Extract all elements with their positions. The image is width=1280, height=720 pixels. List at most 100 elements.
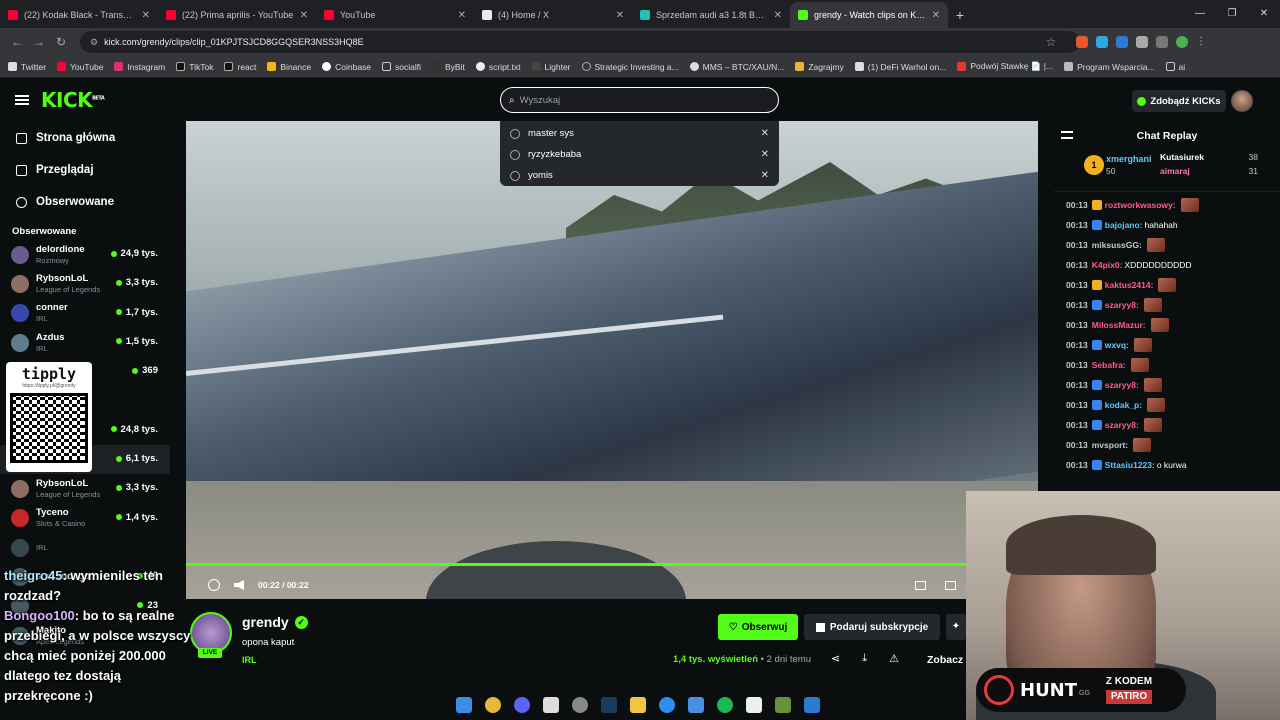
extension-icon[interactable]: [1116, 36, 1128, 48]
bookmark[interactable]: script.txt: [475, 62, 521, 72]
follow-button[interactable]: ♡ Obserwuj: [718, 614, 798, 640]
message-username[interactable]: miksussGG:: [1092, 240, 1142, 250]
message-username[interactable]: szaryy8:: [1105, 300, 1139, 310]
search-box[interactable]: ⌕: [500, 87, 779, 113]
forward-icon[interactable]: →: [28, 35, 50, 49]
bookmark[interactable]: TikTok: [176, 62, 213, 72]
windows-start-icon[interactable]: [456, 697, 472, 713]
fullscreen-icon[interactable]: [945, 580, 956, 590]
close-tab-icon[interactable]: ✕: [932, 10, 940, 21]
sidebar-channel[interactable]: RybsonLoL League of Legends 3,3 tys.: [0, 474, 170, 503]
message-username[interactable]: Sebafra:: [1092, 360, 1126, 370]
discord-icon[interactable]: [514, 697, 530, 713]
download-icon[interactable]: ⤓: [862, 652, 867, 665]
message-username[interactable]: kodak_p:: [1105, 400, 1142, 410]
remove-history-icon[interactable]: ✕: [761, 170, 769, 181]
bookmark[interactable]: Lighter: [531, 62, 571, 72]
kick-logo[interactable]: KICKBETA: [41, 88, 105, 112]
extension-icon[interactable]: [1076, 36, 1088, 48]
bookmark[interactable]: MMS – BTC/XAU/N...: [689, 62, 784, 72]
sidebar-channel[interactable]: delordione Rozmowy 24,9 tys.: [0, 240, 170, 269]
close-tab-icon[interactable]: ✕: [142, 10, 150, 21]
chrome-icon[interactable]: [485, 697, 501, 713]
leaderboard-second[interactable]: Kutasiurek 38: [1160, 152, 1270, 162]
hamburger-menu-icon[interactable]: [15, 95, 29, 105]
app-icon[interactable]: [688, 697, 704, 713]
back-icon[interactable]: ←: [6, 35, 28, 49]
close-tab-icon[interactable]: ✕: [458, 10, 466, 21]
search-history-item[interactable]: yomis ✕: [500, 165, 779, 186]
site-info-icon[interactable]: ⚙: [90, 37, 98, 48]
close-window-icon[interactable]: ✕: [1248, 0, 1280, 28]
minimize-icon[interactable]: —: [1184, 0, 1216, 28]
bookmark[interactable]: react: [224, 62, 256, 72]
leaderboard-third[interactable]: aimaraj 31: [1160, 166, 1270, 176]
message-username[interactable]: bajojano:: [1105, 220, 1143, 230]
browser-tab[interactable]: (22) Prima aprilis - YouTube ✕: [158, 2, 316, 28]
puzzle-icon[interactable]: [1136, 36, 1148, 48]
video-progress-bar[interactable]: [186, 563, 1038, 566]
more-vert-icon[interactable]: ⋮: [1196, 36, 1208, 48]
remove-history-icon[interactable]: ✕: [761, 149, 769, 160]
browser-tab[interactable]: YouTube ✕: [316, 2, 474, 28]
user-avatar[interactable]: [1231, 90, 1253, 112]
collapse-chat-icon[interactable]: [1061, 131, 1073, 139]
spotify-icon[interactable]: [717, 697, 733, 713]
sidebar-channel[interactable]: IRL: [0, 533, 170, 562]
theater-mode-icon[interactable]: [915, 580, 926, 590]
profile-icon[interactable]: [1176, 36, 1188, 48]
message-username[interactable]: szaryy8:: [1105, 380, 1139, 390]
report-icon[interactable]: ⚠: [889, 652, 899, 665]
maximize-icon[interactable]: ❐: [1216, 0, 1248, 28]
sidebar-item-following[interactable]: Obserwowane: [0, 186, 170, 218]
bookmark[interactable]: Instagram: [114, 62, 165, 72]
steam-icon[interactable]: [601, 697, 617, 713]
message-username[interactable]: MilossMazur:: [1092, 320, 1146, 330]
close-tab-icon[interactable]: ✕: [774, 10, 782, 21]
sidebar-item-browse[interactable]: Przeglądaj: [0, 154, 170, 186]
message-username[interactable]: kaktus2414:: [1105, 280, 1154, 290]
bookmark[interactable]: Binance: [267, 62, 311, 72]
bookmark[interactable]: Podwój Stawkę 📄 |...: [957, 61, 1053, 72]
app-icon[interactable]: [775, 697, 791, 713]
message-username[interactable]: roztworkwasowy:: [1105, 200, 1176, 210]
browser-tab[interactable]: (22) Kodak Black - Transportin ✕: [0, 2, 158, 28]
sidebar-channel[interactable]: Tyceno Slots & Casino 1,4 tys.: [0, 504, 170, 533]
extension-icon[interactable]: [1096, 36, 1108, 48]
file-explorer-icon[interactable]: [630, 697, 646, 713]
new-tab-icon[interactable]: +: [948, 2, 972, 28]
leaderboard-first-name[interactable]: xmerghani: [1106, 154, 1152, 164]
message-username[interactable]: mvsport:: [1092, 440, 1128, 450]
bookmark-folder[interactable]: ai: [1165, 62, 1185, 72]
browser-tab[interactable]: Sprzedam audi a3 1.8t Bazów ✕: [632, 2, 790, 28]
message-username[interactable]: szaryy8:: [1105, 420, 1139, 430]
bookmark[interactable]: ByBit: [432, 62, 465, 72]
bookmark[interactable]: Zagrajmy: [795, 62, 844, 72]
clip-category[interactable]: IRL: [242, 655, 257, 665]
close-tab-icon[interactable]: ✕: [300, 10, 308, 21]
message-username[interactable]: K4pix0:: [1092, 260, 1123, 270]
app-icon[interactable]: [659, 697, 675, 713]
address-bar[interactable]: ⚙ kick.com/grendy/clips/clip_01KPJTSJCD8…: [80, 31, 1080, 53]
bookmark[interactable]: Twitter: [8, 62, 46, 72]
browser-tab[interactable]: (4) Home / X ✕: [474, 2, 632, 28]
get-kicks-button[interactable]: Zdobądź KICKs: [1132, 90, 1226, 112]
close-tab-icon[interactable]: ✕: [616, 10, 624, 21]
bookmark[interactable]: Coinbase: [322, 62, 371, 72]
app-icon[interactable]: [572, 697, 588, 713]
bookmark-folder[interactable]: socialfi: [382, 62, 421, 72]
search-history-item[interactable]: ryzyzkebaba ✕: [500, 144, 779, 165]
bookmark[interactable]: Program Wsparcia...: [1064, 62, 1155, 72]
search-input[interactable]: [519, 94, 720, 106]
volume-icon[interactable]: [234, 580, 244, 590]
sidebar-channel[interactable]: conner IRL 1,7 tys.: [0, 299, 170, 328]
sidebar-item-home[interactable]: Strona główna: [0, 122, 170, 154]
more-options-icon[interactable]: ✦: [946, 614, 966, 640]
reload-icon[interactable]: ↻: [50, 35, 72, 49]
share-icon[interactable]: ⋖: [831, 652, 840, 665]
menu-list-icon[interactable]: [1156, 36, 1168, 48]
message-username[interactable]: Sttasiu1223:: [1105, 460, 1155, 470]
app-icon[interactable]: [543, 697, 559, 713]
browser-tab-active[interactable]: grendy - Watch clips on Kick ✕: [790, 2, 948, 28]
replay-icon[interactable]: [208, 579, 220, 591]
